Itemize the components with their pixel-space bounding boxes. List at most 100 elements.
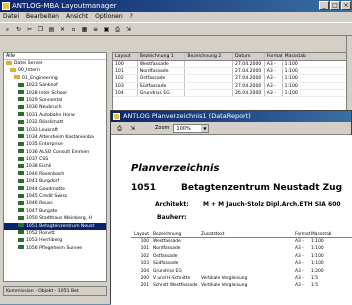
col-header[interactable]: Layout	[113, 53, 138, 60]
properties-icon[interactable]: ▦	[80, 25, 89, 34]
tree-item[interactable]: 1032 Rösslimatt	[4, 119, 106, 126]
menu-bar: Datei Bearbeiten Ansicht Optionen ?	[0, 12, 352, 22]
project-icon	[18, 171, 24, 176]
report-cell	[251, 260, 295, 267]
layout-table[interactable]: Layout Bezeichnung 1 Bezeichnung 2 Datum…	[112, 52, 352, 112]
table-cell	[185, 75, 233, 82]
table-cell: Westfassade	[138, 61, 186, 68]
menu-optionen[interactable]: Optionen	[95, 12, 123, 22]
folder-icon	[6, 60, 12, 65]
table-row[interactable]: 102 Ostfassade 27.04.2000 A3 -1:100	[113, 75, 351, 83]
col-header[interactable]: Datum	[233, 53, 265, 60]
tree-item[interactable]: 1033 Leukraft	[4, 127, 106, 134]
cut-icon[interactable]: ✂	[25, 25, 34, 34]
report-cell: Ostfassade	[153, 253, 178, 259]
tree-item[interactable]: 1036 ALSO Consult Emmen	[4, 149, 106, 156]
project-icon	[18, 82, 24, 87]
report-cell	[201, 245, 251, 252]
print-icon[interactable]: ⎙	[113, 25, 122, 34]
col-header[interactable]: Massstab	[283, 53, 351, 60]
tree-header: Alle	[4, 53, 106, 60]
tree-item[interactable]: 1044 Goodmatte	[4, 186, 106, 193]
tree-item-label: 00_Intern	[18, 68, 40, 74]
title-bar[interactable]: ANTLOG-MBA Layoutmanager _ □ ×	[0, 0, 352, 12]
report-cell	[251, 282, 295, 289]
tree-item[interactable]: 1034 Altersheim Kastanienba	[4, 134, 106, 141]
tree-item[interactable]: 1037 CSS	[4, 156, 106, 163]
tree-item[interactable]: 1052 Rosvitt	[4, 230, 106, 237]
copy-icon[interactable]: ❐	[36, 25, 45, 34]
report-cell: Südfassade	[153, 261, 179, 267]
tree-item-label: 1031 Autobahn Horw	[26, 112, 75, 118]
tree-item[interactable]: 1045 Credit Swiss	[4, 193, 106, 200]
project-tree[interactable]: Alle Datei Server 00_Intern 01_Engineering…	[3, 52, 107, 282]
chevron-down-icon: ▼	[201, 124, 209, 132]
list-view-icon[interactable]: ≡	[91, 25, 100, 34]
project-icon	[18, 178, 24, 183]
table-row[interactable]: 101 Nordfassade 27.04.2000 A3 -1:100	[113, 68, 351, 76]
project-icon	[18, 237, 24, 242]
report-cell: Vertikale Vergleisung	[201, 283, 248, 289]
report-title-bar[interactable]: ANTLOG Planverzeichnis1 (DataReport)	[111, 111, 351, 122]
tree-item[interactable]: 00_Intern	[4, 67, 106, 74]
tree-item[interactable]: Datei Server	[4, 60, 106, 67]
tree-item[interactable]: 1029 Sonnental	[4, 97, 106, 104]
print-icon[interactable]: ⎙	[115, 124, 124, 133]
zoom-value: 100%	[176, 125, 191, 132]
menu-help[interactable]: ?	[130, 12, 133, 22]
table-cell: 1:100	[283, 68, 351, 75]
close-button[interactable]: ×	[341, 1, 351, 10]
table-cell: A3 -	[265, 82, 283, 89]
search-icon[interactable]: ⌕	[3, 25, 12, 34]
col-header[interactable]: Bezeichnung 1	[138, 53, 186, 60]
menu-ansicht[interactable]: Ansicht	[66, 12, 88, 22]
project-icon	[18, 149, 24, 154]
folder-icon	[14, 75, 20, 80]
delete-icon[interactable]: ✕	[58, 25, 67, 34]
table-cell: 100	[113, 61, 138, 68]
menu-datei[interactable]: Datei	[3, 12, 19, 22]
table-cell	[185, 61, 233, 68]
export-icon[interactable]: ⇲	[124, 25, 133, 34]
tree-item[interactable]: 1053 Herrliberg	[4, 237, 106, 244]
tree-item[interactable]: 1046 Reuss	[4, 200, 106, 207]
tree-item-label: 1041 Burgdorf	[26, 179, 60, 185]
table-row[interactable]: 104 Grundriss EG 26.04.2000 A3 -1:100	[113, 89, 351, 97]
tree-item[interactable]: 1038 Eichli	[4, 163, 106, 170]
maximize-button[interactable]: □	[330, 1, 340, 10]
col-header[interactable]: Bezeichnung 2	[185, 53, 233, 60]
tree-item[interactable]: 1047 Burgate	[4, 208, 106, 215]
table-row[interactable]: 103 Südfassade 27.04.2000 A3 -1:100	[113, 82, 351, 90]
report-icon[interactable]: ▣	[102, 25, 111, 34]
new-icon[interactable]: ▫	[69, 25, 78, 34]
tree-item[interactable]: 1040 Rosenbach	[4, 171, 106, 178]
report-cell: 1:5	[311, 275, 319, 281]
refresh-icon[interactable]: ↻	[14, 25, 23, 34]
report-cell: Schnitt Westfassade	[153, 283, 198, 289]
tree-item[interactable]: 1041 Burgdorf	[4, 178, 106, 185]
project-icon	[18, 97, 24, 102]
tree-item[interactable]: 1028 Inter School	[4, 90, 106, 97]
tree-item[interactable]: 01_Engineering	[4, 75, 106, 82]
tree-item[interactable]: 1030 Neubruch	[4, 104, 106, 111]
zoom-select[interactable]: 100% ▼	[173, 123, 210, 133]
tree-item-label: 1040 Rosenbach	[26, 171, 65, 177]
minimize-button[interactable]: _	[319, 1, 329, 10]
tree-item[interactable]: 1031 Autobahn Horw	[4, 112, 106, 119]
tree-item[interactable]: 1035 Enterprise	[4, 141, 106, 148]
export-icon[interactable]: ⇲	[128, 124, 137, 133]
table-cell: 102	[113, 75, 138, 82]
table-row[interactable]: 100 Westfassade 27.04.2000 A3 -1:100	[113, 61, 351, 69]
table-cell: Grundriss EG	[138, 89, 186, 96]
tree-item-label: 1028 Inter School	[26, 90, 67, 96]
table-cell	[185, 89, 233, 96]
paste-icon[interactable]: ▤	[47, 25, 56, 34]
tree-item[interactable]: 1050 Stadthaus Weinberg, H	[4, 215, 106, 222]
menu-bearbeiten[interactable]: Bearbeiten	[26, 12, 59, 22]
tree-item-label: 01_Engineering	[22, 75, 58, 81]
tree-item[interactable]: 1051 Betagtenzentrum Neust	[4, 222, 106, 230]
tree-item[interactable]: 1056 Pflegeheim Sursee	[4, 245, 106, 252]
col-header[interactable]: Format	[265, 53, 283, 60]
project-icon	[18, 208, 24, 213]
tree-item[interactable]: 1023 Sankhof	[4, 82, 106, 89]
